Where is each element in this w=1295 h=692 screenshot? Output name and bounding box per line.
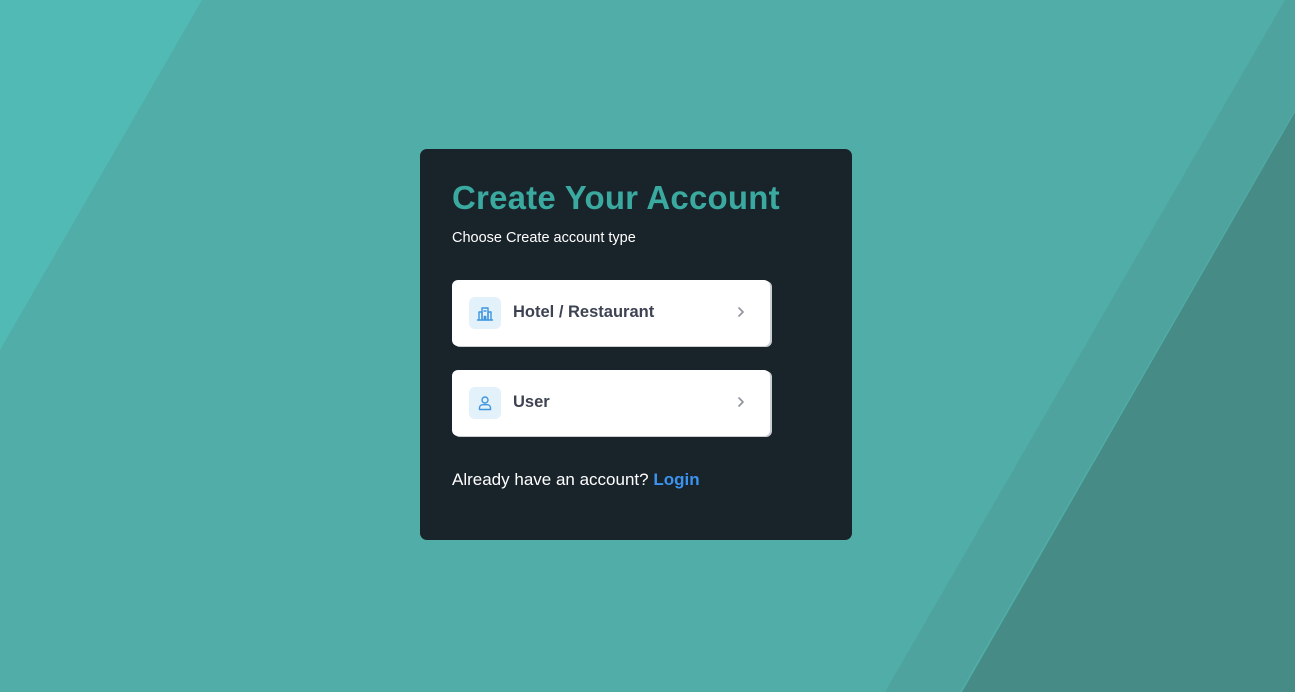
hotel-restaurant-label: Hotel / Restaurant xyxy=(513,303,655,321)
background-shape-right xyxy=(962,112,1295,692)
building-icon xyxy=(469,297,501,329)
user-option[interactable]: User xyxy=(452,370,770,436)
chevron-right-icon xyxy=(738,307,744,317)
create-account-card: Create Your Account Choose Create accoun… xyxy=(420,149,852,540)
login-link[interactable]: Login xyxy=(653,470,699,489)
user-label: User xyxy=(513,393,550,411)
page-title: Create Your Account xyxy=(452,179,780,216)
background-shape-left xyxy=(0,0,202,350)
page-subtitle: Choose Create account type xyxy=(452,230,636,246)
hotel-restaurant-option[interactable]: Hotel / Restaurant xyxy=(452,280,770,346)
login-prompt-text: Already have an account? xyxy=(452,470,649,489)
user-icon xyxy=(469,387,501,419)
login-prompt: Already have an account? Login xyxy=(452,470,700,490)
chevron-right-icon xyxy=(738,397,744,407)
